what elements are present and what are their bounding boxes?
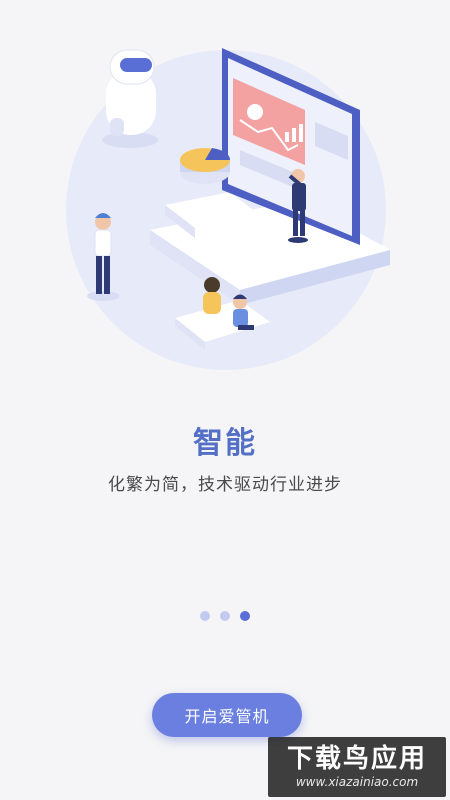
page-indicator [0, 611, 450, 621]
pie-chart-icon [180, 148, 231, 184]
page-dot-3-active[interactable] [240, 611, 250, 621]
watermark-name: 下载鸟应用 [286, 744, 427, 774]
watermark-url: www.xiazainiao.com [295, 775, 419, 789]
page-title: 智能 [193, 426, 257, 461]
onboarding-illustration [66, 48, 390, 370]
start-button[interactable]: 开启爱管机 [152, 693, 302, 737]
watermark-logo: 下载鸟应用 www.xiazainiao.com [268, 737, 446, 797]
page-dot-2[interactable] [220, 611, 230, 621]
page-subtitle: 化繁为简，技术驱动行业进步 [108, 475, 342, 495]
page-dot-1[interactable] [200, 611, 210, 621]
